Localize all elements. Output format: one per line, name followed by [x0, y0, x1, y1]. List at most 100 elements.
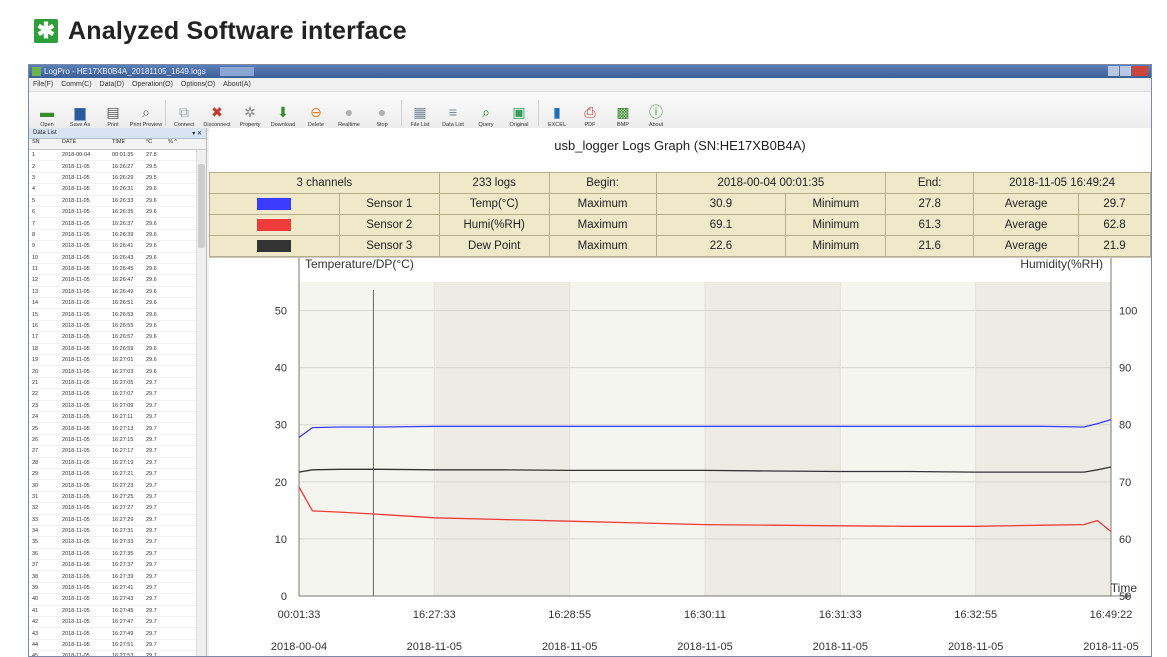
- toolbar-button[interactable]: ▬ Open: [33, 104, 61, 128]
- table-row[interactable]: 1 2018-00-04 00:01:35 27.8: [29, 150, 196, 162]
- taskbar-tab[interactable]: [219, 67, 254, 76]
- x-tick-label: 16:30:11: [684, 609, 726, 621]
- table-row[interactable]: 452018-11-0516:27:5329.7: [29, 651, 196, 656]
- table-row[interactable]: 35 2018-11-05 16:27:33 29.7: [29, 537, 196, 549]
- toolbar-button[interactable]: ≡ Data List: [439, 104, 467, 128]
- table-row[interactable]: 37 2018-11-05 16:27:37 29.7: [29, 560, 196, 572]
- table-row[interactable]: 25 2018-11-05 16:27:13 29.7: [29, 423, 196, 435]
- toolbar-button[interactable]: ⊖ Delete: [302, 104, 330, 129]
- y2-tick-label: 80: [1119, 420, 1131, 432]
- table-row[interactable]: 31 2018-11-05 16:27:25 29.7: [29, 492, 196, 504]
- table-row[interactable]: 14 2018-11-05 16:26:51 29.6: [29, 298, 196, 310]
- table-row[interactable]: 17 2018-11-05 16:26:57 29.6: [29, 332, 196, 344]
- minimize-button[interactable]: [1108, 66, 1119, 76]
- table-row[interactable]: 28 2018-11-05 16:27:19 29.7: [29, 458, 196, 469]
- column-header[interactable]: DATE: [62, 139, 112, 149]
- table-cell: 29.7: [146, 471, 157, 478]
- table-row[interactable]: 16 2018-11-05 16:26:55 29.6: [29, 321, 196, 333]
- table-row[interactable]: 13 2018-11-05 16:26:49 29.6: [29, 287, 196, 299]
- toolbar-button[interactable]: ▣ Original: [505, 104, 533, 129]
- table-row[interactable]: 39 2018-11-05 16:27:41 29.7: [29, 583, 196, 595]
- menu-item[interactable]: About(A): [223, 81, 251, 88]
- menu-item[interactable]: Comm(C): [61, 81, 91, 88]
- table-cell: 2018-00-04: [62, 152, 91, 159]
- table-row[interactable]: 26 2018-11-05 16:27:15 29.7: [29, 435, 196, 447]
- table-row[interactable]: 18 2018-11-05 16:26:59 29.6: [29, 344, 196, 356]
- table-row[interactable]: 19 2018-11-05 16:27:01 29.6: [29, 355, 196, 367]
- menu-item[interactable]: Data(D): [100, 81, 125, 88]
- toolbar-button[interactable]: ✖ Disconnect: [203, 104, 231, 129]
- table-row[interactable]: 27 2018-11-05 16:27:17 29.7: [29, 446, 196, 458]
- toolbar-button[interactable]: ⬇ Download: [269, 104, 297, 129]
- table-cell: 27.8: [146, 152, 157, 159]
- table-row[interactable]: 32 2018-11-05 16:27:27 29.7: [29, 503, 196, 515]
- table-row[interactable]: 42 2018-11-05 16:27:47 29.7: [29, 617, 196, 629]
- table-cell: 16:27:43: [112, 596, 134, 603]
- table-row[interactable]: 9 2018-11-05 16:26:41 29.6: [29, 241, 196, 253]
- table-row[interactable]: 33 2018-11-05 16:27:29 29.7: [29, 515, 196, 526]
- maximize-button[interactable]: [1120, 66, 1131, 76]
- column-header[interactable]: °C: [146, 139, 168, 149]
- toolbar-button[interactable]: ⌕ Query: [472, 104, 500, 129]
- table-row[interactable]: 30 2018-11-05 16:27:23 29.7: [29, 480, 196, 492]
- toolbar-button[interactable]: ▩ BMP: [609, 104, 637, 129]
- table-cell: 16:27:11: [112, 414, 134, 421]
- table-row[interactable]: 10 2018-11-05 16:26:43 29.6: [29, 253, 196, 264]
- table-row[interactable]: 36 2018-11-05 16:27:35 29.7: [29, 549, 196, 561]
- title-bar: LogPro - HE17XB0B4A_20181105_1649.logs: [29, 65, 1151, 78]
- menu-item[interactable]: Options(O): [181, 81, 215, 88]
- table-row[interactable]: 7 2018-11-05 16:26:37 29.6: [29, 218, 196, 230]
- avg-label: Average: [973, 193, 1080, 215]
- table-row[interactable]: 24 2018-11-05 16:27:11 29.7: [29, 412, 196, 424]
- asterisk-icon: ✱: [34, 19, 58, 43]
- table-row[interactable]: 6 2018-11-05 16:26:35 29.6: [29, 207, 196, 219]
- table-row[interactable]: 29 2018-11-05 16:27:21 29.7: [29, 469, 196, 481]
- column-header[interactable]: SN: [29, 139, 62, 149]
- table-row[interactable]: 4 2018-11-05 16:26:31 29.6: [29, 184, 196, 196]
- toolbar-button[interactable]: ⌕ Print Preview: [130, 104, 162, 129]
- table-row[interactable]: 15 2018-11-05 16:26:53 29.6: [29, 309, 196, 321]
- data-list-scrollbar[interactable]: [196, 150, 206, 656]
- y2-tick-label: 100: [1119, 306, 1137, 318]
- toolbar-button[interactable]: ⎙ PDF: [576, 104, 604, 129]
- table-cell: 29.7: [146, 414, 157, 421]
- table-row[interactable]: 40 2018-11-05 16:27:43 29.7: [29, 594, 196, 606]
- menu-item[interactable]: Operation(O): [132, 81, 173, 88]
- close-button[interactable]: [1132, 66, 1148, 76]
- table-row[interactable]: 11 2018-11-05 16:26:45 29.6: [29, 264, 196, 276]
- toolbar-button[interactable]: ▦ File List: [406, 104, 434, 129]
- column-header[interactable]: % ^: [168, 139, 182, 149]
- toolbar-button[interactable]: ▆ Save As: [66, 104, 94, 129]
- toolbar-separator: [538, 100, 539, 126]
- table-cell: 14: [32, 300, 39, 307]
- table-row[interactable]: 5 2018-11-05 16:26:33 29.6: [29, 196, 196, 207]
- toolbar-button[interactable]: ▤ Print: [99, 104, 127, 129]
- table-row[interactable]: 22 2018-11-05 16:27:07 29.7: [29, 389, 196, 401]
- y2-tick-label: 70: [1119, 477, 1131, 489]
- table-cell: 29.6: [146, 243, 157, 250]
- toolbar-button[interactable]: ✲ Property: [236, 104, 264, 129]
- table-cell: 16:27:47: [112, 619, 134, 626]
- table-row[interactable]: 20 2018-11-05 16:27:03 29.6: [29, 366, 196, 378]
- toolbar-button[interactable]: ● Stop: [368, 104, 396, 128]
- table-row[interactable]: 44 2018-11-05 16:27:51 29.7: [29, 640, 196, 652]
- table-row[interactable]: 3 2018-11-05 16:26:29 29.5: [29, 173, 196, 185]
- toolbar-button[interactable]: ● Realtime: [335, 104, 363, 128]
- table-row[interactable]: 23 2018-11-05 16:27:09 29.7: [29, 401, 196, 412]
- panel-pin-close-icon[interactable]: ▾ ✕: [192, 130, 202, 137]
- table-row[interactable]: 41 2018-11-05 16:27:45 29.7: [29, 606, 196, 618]
- table-row[interactable]: 21 2018-11-05 16:27:05 29.7: [29, 378, 196, 390]
- table-row[interactable]: 12 2018-11-05 16:26:47 29.6: [29, 275, 196, 287]
- column-header[interactable]: TIME: [112, 139, 146, 149]
- scrollbar-thumb[interactable]: [198, 164, 205, 248]
- table-row[interactable]: 34 2018-11-05 16:27:31 29.7: [29, 526, 196, 538]
- table-row[interactable]: 2 2018-11-05 16:26:27 29.5: [29, 161, 196, 173]
- toolbar-button[interactable]: ⓘ About: [642, 104, 670, 128]
- toolbar-button[interactable]: ▮ EXCEL: [543, 104, 571, 129]
- table-row[interactable]: 38 2018-11-05 16:27:39 29.7: [29, 571, 196, 583]
- toolbar-button[interactable]: ⧉ Connect: [170, 104, 198, 129]
- table-row[interactable]: 8 2018-11-05 16:26:39 29.6: [29, 230, 196, 242]
- table-cell: 8: [32, 231, 36, 238]
- table-row[interactable]: 43 2018-11-05 16:27:49 29.7: [29, 628, 196, 640]
- menu-item[interactable]: File(F): [33, 81, 53, 88]
